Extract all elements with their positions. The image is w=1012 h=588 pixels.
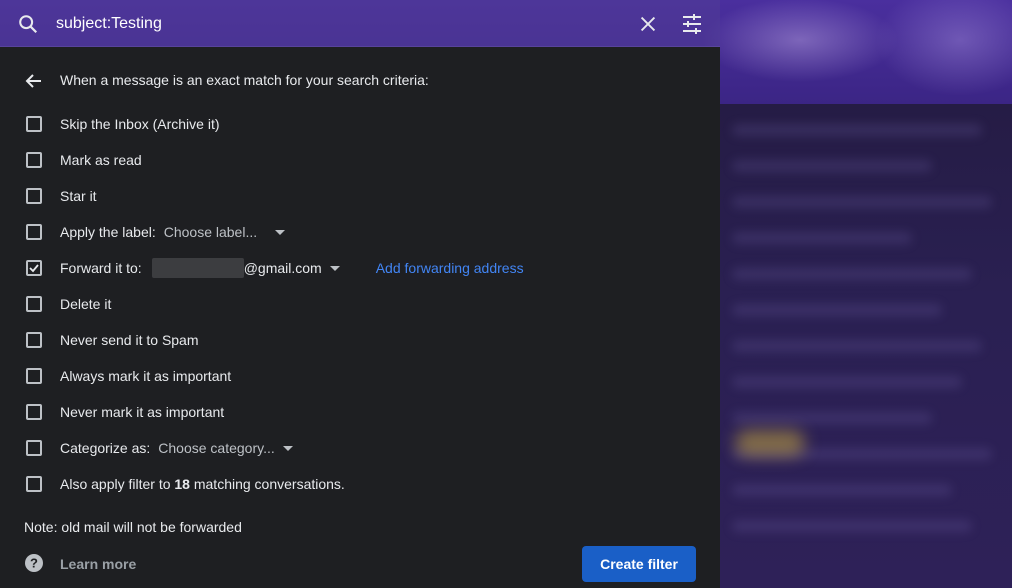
- apply-to-matching-checkbox[interactable]: [26, 476, 42, 492]
- chevron-down-icon: [282, 445, 293, 451]
- categorize-checkbox[interactable]: [26, 440, 42, 456]
- search-bar[interactable]: subject:Testing: [0, 0, 720, 47]
- option-never-important[interactable]: Never mark it as important: [24, 401, 704, 423]
- email-domain: @gmail.com: [243, 260, 322, 276]
- blurred-inbox: [722, 104, 1012, 588]
- dropdown-value: Choose label...: [163, 224, 258, 240]
- help-icon[interactable]: ?: [24, 553, 44, 573]
- never-important-checkbox[interactable]: [26, 404, 42, 420]
- option-label: Forward it to:: [60, 260, 142, 276]
- svg-text:?: ?: [30, 556, 38, 571]
- apply-label-checkbox[interactable]: [26, 224, 42, 240]
- option-categorize[interactable]: Categorize as: Choose category...: [24, 437, 704, 459]
- option-label: Never send it to Spam: [60, 332, 199, 348]
- option-never-spam[interactable]: Never send it to Spam: [24, 329, 704, 351]
- option-skip-inbox[interactable]: Skip the Inbox (Archive it): [24, 113, 704, 135]
- option-label: Also apply filter to 18 matching convers…: [60, 476, 345, 492]
- mark-as-read-checkbox[interactable]: [26, 152, 42, 168]
- option-label: Delete it: [60, 296, 112, 312]
- option-always-important[interactable]: Always mark it as important: [24, 365, 704, 387]
- add-forwarding-address-link[interactable]: Add forwarding address: [376, 260, 524, 276]
- arrow-back-icon[interactable]: [24, 71, 44, 91]
- learn-more-link[interactable]: Learn more: [60, 556, 136, 572]
- search-input[interactable]: subject:Testing: [56, 15, 162, 33]
- filter-options-panel: When a message is an exact match for you…: [0, 47, 720, 588]
- label-suffix: matching conversations.: [189, 476, 345, 492]
- criteria-title: When a message is an exact match for you…: [60, 72, 429, 88]
- option-label: Mark as read: [60, 152, 142, 168]
- choose-category-dropdown[interactable]: Choose category...: [158, 440, 293, 456]
- forward-address-dropdown[interactable]: @gmail.com: [244, 260, 340, 276]
- option-label: Always mark it as important: [60, 368, 232, 384]
- option-label: Star it: [60, 188, 97, 204]
- option-apply-label[interactable]: Apply the label: Choose label...: [24, 221, 704, 243]
- skip-inbox-checkbox[interactable]: [26, 116, 42, 132]
- search-icon[interactable]: [17, 13, 39, 35]
- create-filter-button[interactable]: Create filter: [582, 546, 696, 582]
- option-label: Apply the label:: [60, 224, 156, 240]
- never-spam-checkbox[interactable]: [26, 332, 42, 348]
- option-delete-it[interactable]: Delete it: [24, 293, 704, 315]
- matching-count: 18: [174, 476, 190, 492]
- forwarding-note: Note: old mail will not be forwarded: [24, 519, 242, 535]
- chevron-down-icon: [329, 265, 340, 271]
- option-mark-as-read[interactable]: Mark as read: [24, 149, 704, 171]
- blurred-highlight: [735, 430, 805, 456]
- forward-it-checkbox[interactable]: [26, 260, 42, 276]
- checkmark-icon: [29, 264, 39, 273]
- dropdown-value: Choose category...: [158, 440, 275, 456]
- option-label: Never mark it as important: [60, 404, 225, 420]
- gmail-filter-screen: subject:Testing When a message is an exa…: [0, 0, 1012, 588]
- tune-icon[interactable]: [680, 13, 704, 35]
- chevron-down-icon: [275, 229, 286, 235]
- option-apply-to-matching[interactable]: Also apply filter to 18 matching convers…: [24, 473, 704, 495]
- option-forward-it[interactable]: Forward it to: @gmail.com Add forwarding…: [24, 257, 704, 279]
- label-prefix: Also apply filter to: [60, 476, 175, 492]
- choose-label-dropdown[interactable]: Choose label...: [163, 224, 286, 240]
- always-important-checkbox[interactable]: [26, 368, 42, 384]
- star-it-checkbox[interactable]: [26, 188, 42, 204]
- option-label: Categorize as:: [60, 440, 151, 456]
- option-label: Skip the Inbox (Archive it): [60, 116, 220, 132]
- close-icon[interactable]: [637, 13, 659, 35]
- delete-it-checkbox[interactable]: [26, 296, 42, 312]
- option-star-it[interactable]: Star it: [24, 185, 704, 207]
- redacted-email-user: [151, 258, 244, 278]
